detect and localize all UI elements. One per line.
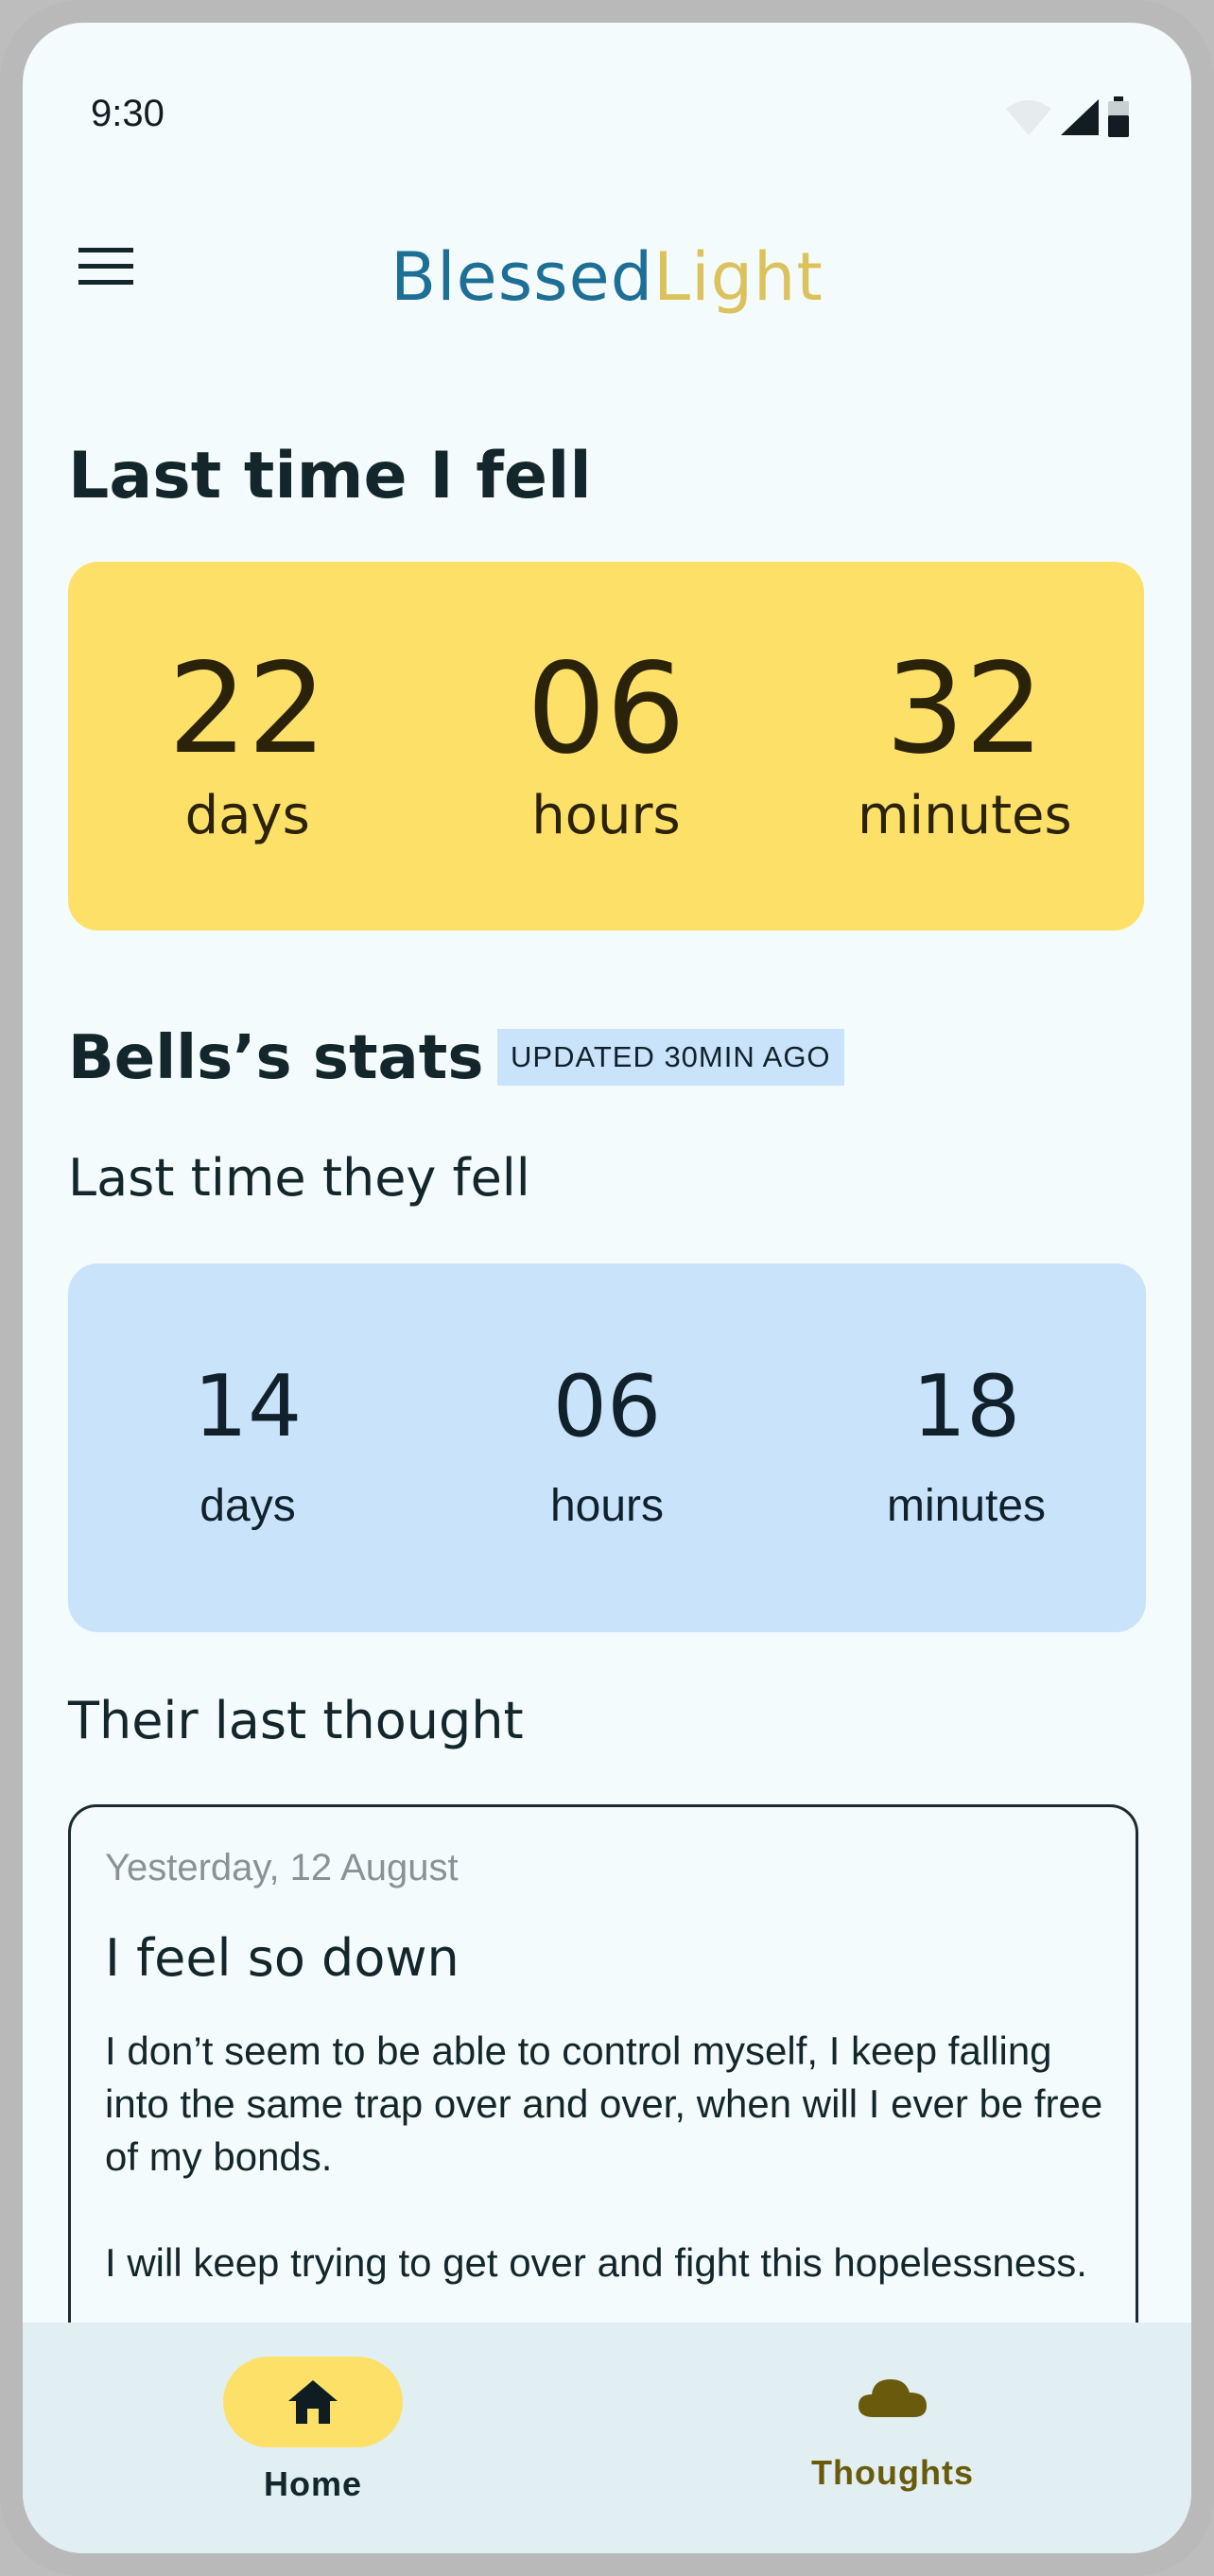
partner-subtitle: Last time they fell xyxy=(68,1148,530,1208)
counter-unit: hours xyxy=(531,784,681,846)
nav-item-home[interactable]: Home xyxy=(223,2357,403,2504)
thought-title: I feel so down xyxy=(105,1928,460,1988)
cloud-icon xyxy=(858,2379,927,2417)
counter-value: 18 xyxy=(911,1356,1021,1456)
counter-value: 22 xyxy=(167,635,327,782)
app-screen: 9:30 BlessedLight Last time I fell 22 da… xyxy=(23,23,1191,2553)
status-time: 9:30 xyxy=(91,93,165,134)
bottom-navigation: Home Thoughts xyxy=(23,2323,1191,2553)
counter-value: 32 xyxy=(885,635,1045,782)
counter-value: 14 xyxy=(193,1356,303,1456)
home-icon xyxy=(288,2380,338,2424)
battery-icon xyxy=(1108,96,1129,137)
nav-label-home: Home xyxy=(263,2464,363,2503)
brand-part1: Blessed xyxy=(390,238,654,316)
thought-body: I don’t seem to be able to control mysel… xyxy=(105,2025,1107,2342)
nav-icon-holder xyxy=(803,2357,982,2436)
wifi-icon xyxy=(1006,100,1051,135)
thought-date: Yesterday, 12 August xyxy=(105,1847,459,1888)
my-fall-counter: 22 days 06 hours 32 minutes xyxy=(68,562,1144,931)
counter-days: 22 days xyxy=(70,647,425,846)
brand-logo: BlessedLight xyxy=(23,238,1191,316)
partner-stats-title: Bells’s stats xyxy=(68,1023,484,1093)
counter-minutes: 18 minutes xyxy=(789,1356,1144,1532)
device-frame: 9:30 BlessedLight Last time I fell 22 da… xyxy=(0,0,1214,2576)
thought-paragraph: I will keep trying to get over and fight… xyxy=(105,2240,1087,2285)
status-icons xyxy=(1004,96,1131,138)
counter-hours: 06 hours xyxy=(428,647,784,846)
partner-fall-counter: 14 days 06 hours 18 minutes xyxy=(68,1263,1146,1632)
counter-unit: minutes xyxy=(886,1480,1047,1531)
counter-unit: hours xyxy=(549,1480,665,1531)
brand-part2: Light xyxy=(653,238,824,316)
counter-minutes: 32 minutes xyxy=(788,647,1143,846)
nav-active-indicator xyxy=(223,2357,403,2447)
signal-icon xyxy=(1061,99,1099,135)
counter-value: 06 xyxy=(527,635,685,782)
counter-unit: days xyxy=(184,784,310,846)
counter-days: 14 days xyxy=(70,1356,425,1532)
nav-label-thoughts: Thoughts xyxy=(811,2453,974,2492)
counter-unit: minutes xyxy=(857,784,1072,846)
counter-hours: 06 hours xyxy=(429,1356,785,1532)
thought-section-title: Their last thought xyxy=(68,1691,524,1750)
counter-value: 06 xyxy=(552,1356,662,1456)
my-section-title: Last time I fell xyxy=(68,439,592,513)
counter-unit: days xyxy=(199,1480,296,1531)
thought-paragraph: I don’t seem to be able to control mysel… xyxy=(105,2028,1103,2179)
updated-badge: UPDATED 30MIN AGO xyxy=(497,1029,844,1086)
nav-item-thoughts[interactable]: Thoughts xyxy=(789,2357,997,2493)
